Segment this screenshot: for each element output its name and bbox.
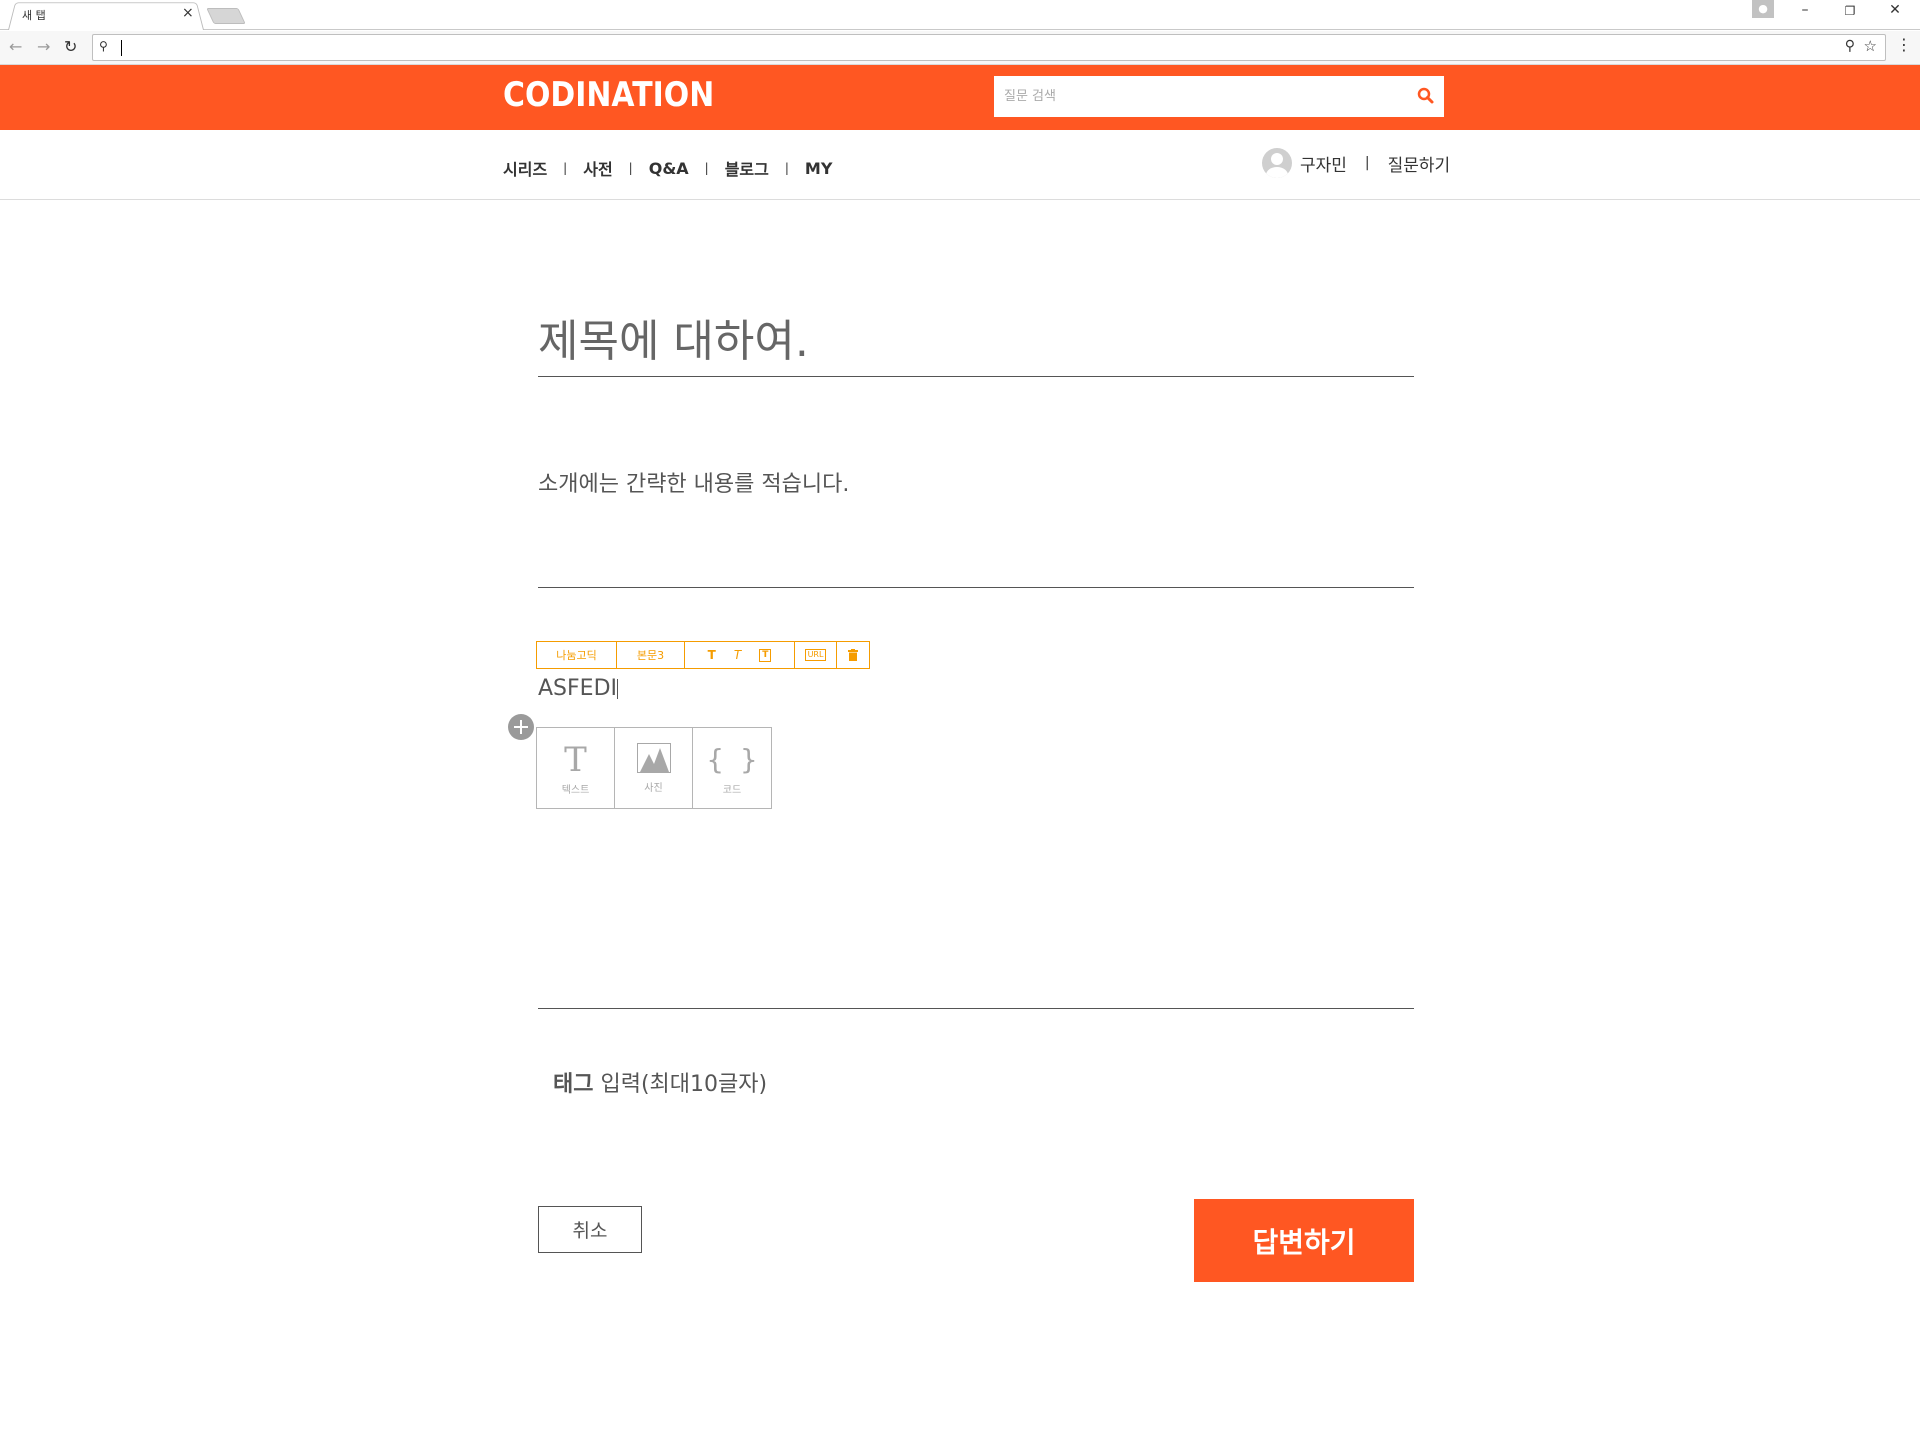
text-box-icon[interactable]: T [759, 648, 772, 662]
header-search [994, 76, 1444, 117]
nav-separator: | [704, 161, 709, 175]
browser-tab-title: 새 탭 [22, 9, 46, 22]
image-icon [636, 742, 671, 773]
minimize-icon[interactable]: – [1790, 2, 1820, 18]
search-icon[interactable] [1416, 86, 1436, 106]
forward-icon[interactable]: → [37, 37, 50, 56]
nav-item-blog[interactable]: 블로그 [725, 156, 769, 180]
title-input[interactable] [538, 285, 1414, 377]
zoom-icon[interactable]: ⚲ [1845, 38, 1855, 54]
style-select[interactable]: 본문3 [617, 642, 685, 668]
new-tab-button[interactable] [206, 8, 246, 24]
browser-toolbar: ← → ↻ ⚲ ⚲ ☆ ⋮ [0, 31, 1920, 65]
back-icon[interactable]: ← [9, 37, 22, 56]
user-name[interactable]: 구자민 [1300, 151, 1347, 176]
add-block-icon[interactable] [508, 714, 534, 740]
bookmark-star-icon[interactable]: ☆ [1864, 37, 1877, 55]
font-select[interactable]: 나눔고딕 [537, 642, 617, 668]
omnibox-search-icon: ⚲ [99, 39, 108, 53]
url-cell: URL [795, 642, 837, 668]
cancel-button[interactable]: 취소 [538, 1206, 642, 1253]
nav-item-qna[interactable]: Q&A [649, 159, 689, 178]
tag-input[interactable]: 태그 입력(최대10글자) [553, 1066, 767, 1098]
nav-menu: 시리즈 | 사전 | Q&A | 블로그 | MY [503, 156, 832, 180]
text-caret [617, 679, 618, 699]
reload-icon[interactable]: ↻ [64, 37, 77, 56]
nav-separator: | [784, 161, 789, 175]
text-icon: T [564, 739, 587, 780]
insert-text-label: 텍스트 [561, 784, 590, 796]
insert-image-label: 사진 [644, 782, 663, 794]
avatar-icon[interactable] [1262, 148, 1292, 178]
content-divider [538, 1008, 1414, 1009]
insert-code-button[interactable]: { } 코드 [693, 728, 771, 808]
insert-code-label: 코드 [722, 784, 742, 796]
intro-field[interactable]: 소개에는 간략한 내용를 적습니다. [538, 466, 1414, 588]
site-logo[interactable]: CODINATION [503, 75, 714, 115]
insert-image-button[interactable]: 사진 [615, 728, 693, 808]
user-menu: 구자민 | 질문하기 [1262, 148, 1450, 178]
italic-icon[interactable]: T [734, 648, 741, 662]
submit-answer-button[interactable]: 답변하기 [1194, 1199, 1414, 1282]
restore-icon[interactable]: ❐ [1835, 4, 1865, 18]
link-url-icon[interactable]: URL [804, 649, 827, 661]
tag-hint: 입력(최대10글자) [600, 1072, 768, 1097]
address-bar[interactable]: ⚲ ⚲ ☆ [92, 34, 1886, 61]
code-icon: { } [706, 742, 758, 776]
profile-icon[interactable]: ● [1752, 0, 1774, 18]
format-toolbar: 나눔고딕 본문3 T T T URL [536, 641, 870, 669]
editor-body-text[interactable]: ASFEDI [538, 676, 618, 701]
site-header: CODINATION [0, 65, 1920, 130]
nav-separator: | [563, 161, 568, 175]
nav-item-my[interactable]: MY [805, 159, 833, 178]
delete-cell [837, 642, 869, 668]
tab-close-icon[interactable]: × [182, 5, 194, 21]
nav-item-dictionary[interactable]: 사전 [583, 156, 612, 180]
address-caret [121, 40, 122, 56]
editor-body-content: ASFEDI [538, 676, 617, 701]
question-search-input[interactable] [994, 76, 1404, 117]
trash-icon[interactable] [848, 649, 858, 661]
intro-text: 소개에는 간략한 내용를 적습니다. [538, 472, 850, 497]
text-style-group: T T T [685, 642, 795, 668]
nav-item-series[interactable]: 시리즈 [503, 156, 547, 180]
browser-tab-bar: 새 탭 × ● – ❐ ✕ [0, 0, 1920, 30]
ask-question-link[interactable]: 질문하기 [1388, 151, 1451, 176]
bold-icon[interactable]: T [708, 648, 716, 662]
nav-separator: | [1364, 155, 1370, 171]
insert-block-panel: T 텍스트 사진 { } 코드 [536, 727, 772, 809]
nav-separator: | [628, 161, 633, 175]
browser-menu-icon[interactable]: ⋮ [1896, 35, 1912, 54]
tag-label: 태그 [553, 1072, 594, 1097]
window-close-icon[interactable]: ✕ [1880, 2, 1910, 18]
main-nav: 시리즈 | 사전 | Q&A | 블로그 | MY 구자민 | 질문하기 [0, 130, 1920, 200]
insert-text-button[interactable]: T 텍스트 [537, 728, 615, 808]
